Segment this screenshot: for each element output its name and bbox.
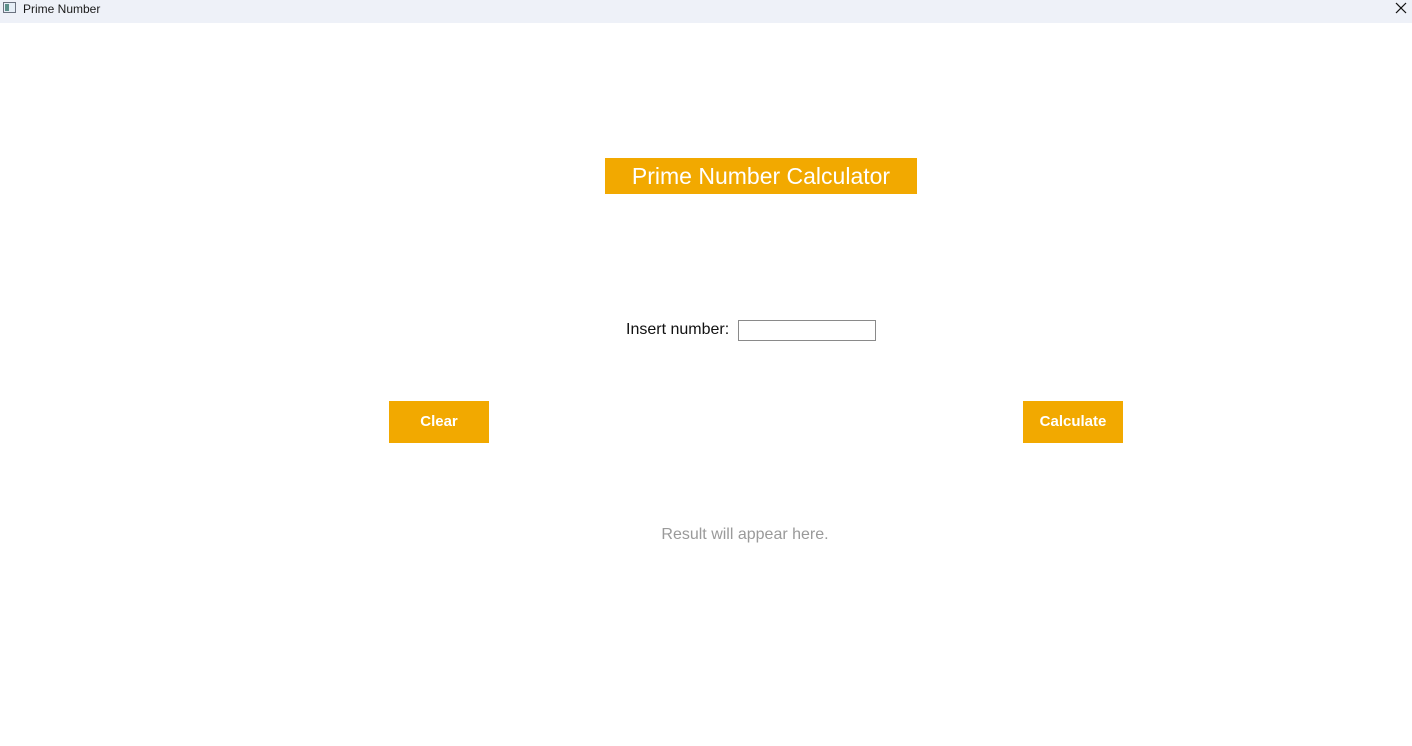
number-input[interactable] (738, 320, 876, 341)
close-icon[interactable] (1392, 0, 1410, 18)
page-title: Prime Number Calculator (605, 158, 917, 194)
app-window-icon (3, 2, 16, 13)
calculate-button[interactable]: Calculate (1023, 401, 1123, 443)
result-text: Result will appear here. (661, 526, 829, 543)
clear-button[interactable]: Clear (389, 401, 489, 443)
insert-number-label: Insert number: (626, 321, 730, 338)
app-window: Prime Number Prime Number Calculator Ins… (0, 0, 1412, 746)
title-bar: Prime Number (0, 0, 1412, 23)
window-title: Prime Number (23, 2, 101, 16)
